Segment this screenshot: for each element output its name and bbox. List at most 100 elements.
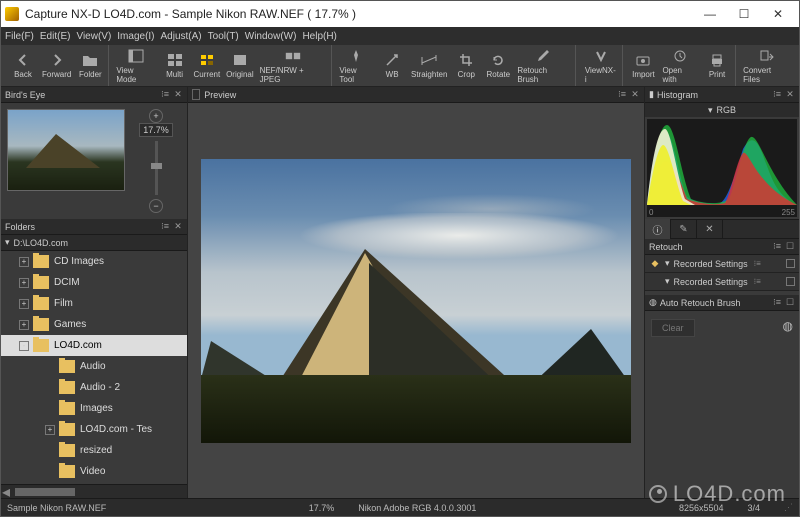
zoom-in-icon[interactable]: + xyxy=(149,109,163,123)
back-button[interactable]: Back xyxy=(8,47,38,85)
right-panel: ▮ Histogram ⁝≡ ✕ ▾RGB 0255 xyxy=(644,87,799,498)
close-button[interactable]: ✕ xyxy=(761,2,795,26)
multi-button[interactable]: Multi xyxy=(160,47,190,85)
menu-help[interactable]: Help(H) xyxy=(302,31,336,42)
straighten-button[interactable]: Straighten xyxy=(409,47,449,85)
auto-retouch-header: ◍ Auto Retouch Brush ⁝≡ ☐ xyxy=(645,295,799,311)
rotate-button[interactable]: Rotate xyxy=(483,47,513,85)
menu-tool[interactable]: Tool(T) xyxy=(208,31,239,42)
histogram-title: Histogram xyxy=(657,90,698,100)
retouch-title: Retouch xyxy=(649,242,683,252)
tag-icon: ◆ xyxy=(649,258,661,270)
folder-row[interactable]: +Games xyxy=(1,314,187,335)
open-with-button[interactable]: Open with xyxy=(660,47,700,85)
preview-viewport[interactable] xyxy=(188,103,644,498)
status-dimensions: 8256x5504 xyxy=(679,503,724,513)
eraser-icon: ◍ xyxy=(649,297,657,308)
menu-view[interactable]: View(V) xyxy=(76,31,111,42)
view-mode-button[interactable]: View Mode xyxy=(114,47,157,85)
panel-menu-icon[interactable]: ⁝≡ xyxy=(772,90,782,100)
panel-menu-icon[interactable]: ⁝≡ xyxy=(617,90,627,100)
eraser-tool-icon[interactable]: ◍ xyxy=(783,319,793,333)
histogram-mode[interactable]: ▾RGB xyxy=(645,103,799,117)
zoom-out-icon[interactable]: − xyxy=(149,199,163,213)
folder-row[interactable]: Images xyxy=(1,398,187,419)
folder-row[interactable]: +Film xyxy=(1,293,187,314)
wb-button[interactable]: WB xyxy=(377,47,407,85)
window-title: Capture NX-D LO4D.com - Sample Nikon RAW… xyxy=(25,7,693,21)
folder-row[interactable]: Video xyxy=(1,461,187,482)
folder-row[interactable]: +DCIM xyxy=(1,272,187,293)
clear-button[interactable]: Clear xyxy=(651,319,695,337)
folder-row[interactable]: Audio - 2 xyxy=(1,377,187,398)
minimize-button[interactable]: — xyxy=(693,2,727,26)
forward-button[interactable]: Forward xyxy=(40,47,73,85)
panel-menu-icon[interactable]: ⁝≡ xyxy=(772,242,782,252)
expand-icon[interactable]: + xyxy=(19,299,29,309)
panel-menu-icon[interactable]: ⁝≡ xyxy=(160,222,170,232)
folder-button[interactable]: Folder xyxy=(75,47,105,85)
expand-icon[interactable]: + xyxy=(19,257,29,267)
expand-icon[interactable]: - xyxy=(19,341,29,351)
zoom-slider[interactable] xyxy=(155,141,158,195)
recorded-settings-row[interactable]: ◆ ▾ Recorded Settings ⁝≡ xyxy=(645,255,799,273)
main-area: Bird's Eye ⁝≡ ✕ + 17.7% − Folders ⁝≡ ✕ xyxy=(1,87,799,498)
folder-row[interactable]: Audio xyxy=(1,356,187,377)
panel-menu-icon[interactable]: ⁝≡ xyxy=(160,90,170,100)
print-button[interactable]: Print xyxy=(702,47,732,85)
expand-icon[interactable]: + xyxy=(19,278,29,288)
status-grip-icon: ⋰ xyxy=(784,502,793,513)
horizontal-scrollbar[interactable]: ◂ xyxy=(1,484,187,498)
row-menu-icon[interactable]: ⁝≡ xyxy=(754,277,764,287)
import-button[interactable]: Import xyxy=(628,47,658,85)
birdseye-panel: + 17.7% − xyxy=(1,103,187,219)
folder-icon xyxy=(33,255,49,268)
zoom-value[interactable]: 17.7% xyxy=(139,123,173,137)
panel-close-icon[interactable]: ✕ xyxy=(173,222,183,232)
folder-row[interactable]: +LO4D.com - Tes xyxy=(1,419,187,440)
viewnx-button[interactable]: ViewNX-i xyxy=(583,47,620,85)
birdseye-thumbnail[interactable] xyxy=(7,109,125,191)
row-checkbox[interactable] xyxy=(786,277,795,286)
folder-tree[interactable]: +CD Images+DCIM+Film+Games-LO4D.comAudio… xyxy=(1,251,187,484)
panel-close-icon[interactable]: ✕ xyxy=(630,90,640,100)
menu-image[interactable]: Image(I) xyxy=(117,31,154,42)
folder-row[interactable]: -LO4D.com xyxy=(1,335,187,356)
maximize-button[interactable]: ☐ xyxy=(727,2,761,26)
adjust-tabs: ⓘ ✎ ✕ xyxy=(645,219,799,239)
recorded-settings-row[interactable]: ◆ ▾ Recorded Settings ⁝≡ xyxy=(645,273,799,291)
menu-window[interactable]: Window(W) xyxy=(245,31,297,42)
current-button[interactable]: Current xyxy=(192,47,223,85)
tab-info-icon[interactable]: ⓘ xyxy=(645,219,671,239)
folders-header: Folders ⁝≡ ✕ xyxy=(1,219,187,235)
folder-path[interactable]: ▾D:\LO4D.com xyxy=(1,235,187,251)
folders-title: Folders xyxy=(5,222,35,232)
expand-icon[interactable]: + xyxy=(19,320,29,330)
row-checkbox[interactable] xyxy=(786,259,795,268)
crop-button[interactable]: Crop xyxy=(451,47,481,85)
folder-icon xyxy=(33,276,49,289)
panel-close-icon[interactable]: ✕ xyxy=(173,90,183,100)
nef-nrw-jpeg-button[interactable]: NEF/NRW + JPEG xyxy=(258,47,329,85)
menu-adjust[interactable]: Adjust(A) xyxy=(161,31,202,42)
panel-close-icon[interactable]: ✕ xyxy=(785,90,795,100)
view-tool-button[interactable]: View Tool xyxy=(337,47,375,85)
folder-row[interactable]: +CD Images xyxy=(1,251,187,272)
status-color-profile: Nikon Adobe RGB 4.0.0.3001 xyxy=(358,503,476,513)
expand-icon[interactable]: + xyxy=(45,425,55,435)
preview-checkbox[interactable] xyxy=(192,89,200,100)
panel-checkbox[interactable]: ☐ xyxy=(785,242,795,252)
menu-edit[interactable]: Edit(E) xyxy=(40,31,71,42)
row-menu-icon[interactable]: ⁝≡ xyxy=(754,259,764,269)
retouch-brush-button[interactable]: Retouch Brush xyxy=(515,47,572,85)
menu-file[interactable]: File(F) xyxy=(5,31,34,42)
window-controls: — ☐ ✕ xyxy=(693,2,795,26)
tab-edit-icon[interactable]: ✎ xyxy=(671,219,697,239)
panel-checkbox[interactable]: ☐ xyxy=(785,298,795,308)
panel-menu-icon[interactable]: ⁝≡ xyxy=(772,298,782,308)
original-button[interactable]: Original xyxy=(224,47,255,85)
folder-row[interactable]: resized xyxy=(1,440,187,461)
zoom-control: + 17.7% − xyxy=(131,109,181,213)
convert-files-button[interactable]: Convert Files xyxy=(741,47,792,85)
tab-tools-icon[interactable]: ✕ xyxy=(697,219,723,239)
